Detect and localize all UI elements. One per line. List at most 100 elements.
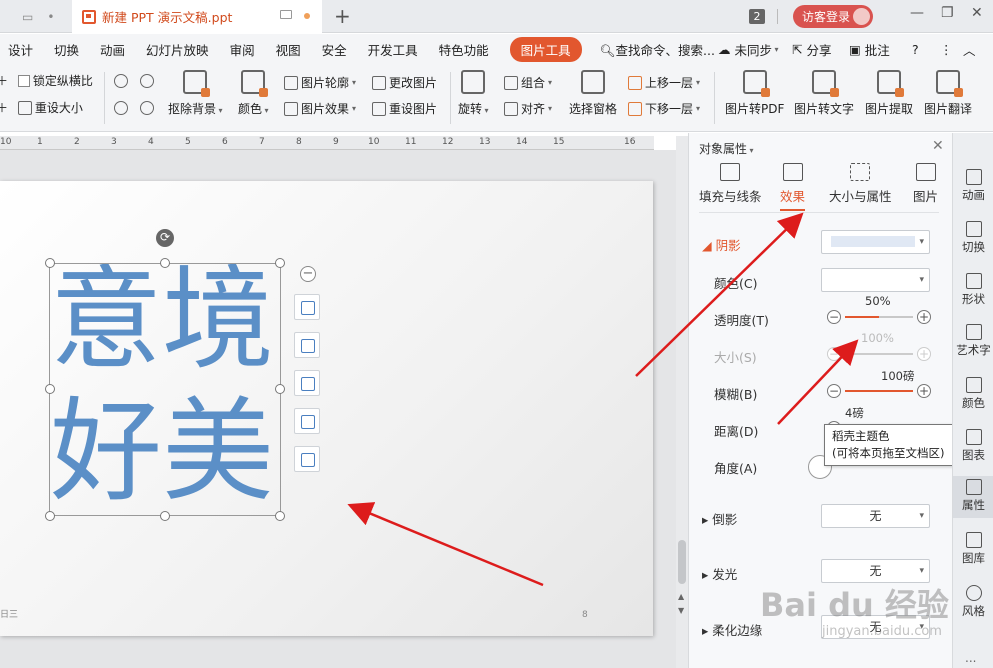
window-count-badge[interactable]: 2 bbox=[749, 9, 765, 24]
menu-slideshow[interactable]: 幻灯片放映 bbox=[146, 40, 209, 59]
visitor-login-button[interactable]: 访客登录 bbox=[793, 5, 873, 28]
sidebar-item-transition[interactable]: 切换 bbox=[953, 221, 993, 255]
scroll-up-icon[interactable]: ▲ bbox=[678, 592, 684, 601]
glow-section-toggle[interactable]: ▸ 发光 bbox=[702, 564, 737, 583]
resize-handle[interactable] bbox=[45, 511, 55, 521]
slider-track[interactable] bbox=[845, 316, 913, 318]
layers-icon[interactable] bbox=[294, 294, 320, 320]
tab-size-properties[interactable]: 大小与属性 bbox=[829, 163, 892, 205]
collapse-toolbar-icon[interactable]: − bbox=[300, 266, 316, 282]
minimize-button[interactable]: — bbox=[910, 5, 924, 21]
contrast-down-button[interactable] bbox=[140, 101, 154, 115]
picture-to-pdf-button[interactable]: 图片转PDF bbox=[725, 70, 784, 117]
increase-icon[interactable]: + bbox=[917, 384, 931, 398]
comment-button[interactable]: ▣ 批注 bbox=[849, 34, 890, 64]
reflection-section-toggle[interactable]: ▸ 倒影 bbox=[702, 509, 737, 528]
more-icon[interactable]: ⋮ bbox=[940, 34, 953, 64]
scroll-down-icon[interactable]: ▼ bbox=[678, 606, 684, 615]
reflection-dropdown[interactable]: 无 bbox=[821, 504, 930, 528]
selected-picture[interactable]: 意境 好美 bbox=[49, 263, 281, 516]
brightness-up-button[interactable] bbox=[114, 74, 128, 88]
zoom-in-icon[interactable] bbox=[294, 332, 320, 358]
resize-handle[interactable] bbox=[160, 511, 170, 521]
tab-effects[interactable]: 效果 bbox=[780, 163, 806, 211]
picture-outline-button[interactable]: 图片轮廓 ▾ bbox=[284, 74, 356, 91]
change-picture-button[interactable]: 更改图片 bbox=[372, 74, 437, 91]
new-tab-button[interactable]: + bbox=[334, 4, 351, 28]
contrast-up-button[interactable] bbox=[140, 74, 154, 88]
group-button[interactable]: 组合 ▾ bbox=[504, 74, 552, 91]
slider-track[interactable] bbox=[845, 353, 913, 355]
share-button[interactable]: ⇱ 分享 bbox=[792, 34, 831, 64]
menu-animation[interactable]: 动画 bbox=[100, 40, 125, 59]
search-command[interactable]: 🔍︎查找命令、搜索... bbox=[600, 40, 715, 59]
resize-handle[interactable] bbox=[45, 384, 55, 394]
sync-button[interactable]: ☁︎ 未同步 ▾ bbox=[718, 34, 779, 64]
decrease-icon[interactable]: − bbox=[827, 310, 841, 324]
reset-picture-button[interactable]: 重设图片 bbox=[372, 100, 437, 117]
align-button[interactable]: 对齐 ▾ bbox=[504, 100, 552, 117]
selection-pane-button[interactable]: 选择窗格 bbox=[569, 70, 617, 117]
menu-features[interactable]: 特色功能 bbox=[439, 40, 489, 59]
sidebar-item-wordart[interactable]: 艺术字 bbox=[953, 324, 993, 358]
remove-background-button[interactable]: 抠除背景 ▾ bbox=[168, 70, 223, 117]
size-slider[interactable]: − 100% + bbox=[827, 331, 931, 364]
sidebar-item-animation[interactable]: 动画 bbox=[953, 169, 993, 203]
help-button[interactable]: ? bbox=[912, 34, 919, 64]
reset-size-button[interactable]: ＋ 重设大小 bbox=[0, 99, 83, 116]
blur-slider[interactable]: − 100磅 + bbox=[827, 369, 931, 401]
collapse-ribbon-icon[interactable]: ︿ bbox=[963, 34, 976, 64]
panel-title[interactable]: 对象属性 ▾ bbox=[699, 140, 754, 157]
lock-ratio-checkbox[interactable]: ＋ 锁定纵横比 bbox=[0, 72, 93, 89]
tab-fill-line[interactable]: 填充与线条 bbox=[699, 163, 762, 205]
tab-picture[interactable]: 图片 bbox=[913, 163, 938, 205]
menu-developer[interactable]: 开发工具 bbox=[368, 40, 418, 59]
decrease-icon[interactable]: − bbox=[827, 384, 841, 398]
sidebar-item-gallery[interactable]: 图库 bbox=[953, 532, 993, 566]
sidebar-item-shape[interactable]: 形状 bbox=[953, 273, 993, 307]
slider-track[interactable] bbox=[845, 390, 913, 392]
resize-handle[interactable] bbox=[275, 384, 285, 394]
increase-icon[interactable]: + bbox=[917, 347, 931, 361]
color-button[interactable]: 颜色 ▾ bbox=[238, 70, 269, 117]
resize-handle[interactable] bbox=[275, 258, 285, 268]
sidebar-item-chart[interactable]: 图表 bbox=[953, 429, 993, 463]
convert-picture-icon[interactable] bbox=[294, 446, 320, 472]
crop-icon[interactable] bbox=[294, 370, 320, 396]
horizontal-ruler[interactable]: 10 1 2 3 4 5 6 7 8 9 10 11 12 13 14 15 1… bbox=[0, 136, 654, 150]
sidebar-item-style[interactable]: 风格 bbox=[953, 585, 993, 619]
more-dots-icon[interactable]: ... bbox=[965, 651, 976, 665]
menu-picture-tools[interactable]: 图片工具 bbox=[509, 36, 582, 62]
transparency-slider[interactable]: − 50% + bbox=[827, 294, 931, 327]
send-backward-button[interactable]: 下移一层 ▾ bbox=[628, 100, 700, 117]
decrease-icon[interactable]: − bbox=[827, 347, 841, 361]
picture-extract-button[interactable]: 图片提取 bbox=[865, 70, 913, 117]
menu-view[interactable]: 视图 bbox=[276, 40, 301, 59]
shadow-preset-dropdown[interactable] bbox=[821, 230, 930, 254]
picture-effect-button[interactable]: 图片效果 ▾ bbox=[284, 100, 356, 117]
picture-edit-icon[interactable] bbox=[294, 408, 320, 434]
menu-transition[interactable]: 切换 bbox=[54, 40, 79, 59]
close-icon[interactable]: ✕ bbox=[932, 138, 944, 154]
close-button[interactable]: ✕ bbox=[971, 5, 983, 21]
restore-button[interactable]: ❐ bbox=[941, 5, 954, 21]
increase-icon[interactable]: + bbox=[917, 310, 931, 324]
resize-handle[interactable] bbox=[275, 511, 285, 521]
sidebar-item-properties[interactable]: 属性 bbox=[953, 476, 993, 518]
shadow-section-toggle[interactable]: ◢ 阴影 bbox=[702, 235, 741, 254]
resize-handle[interactable] bbox=[45, 258, 55, 268]
shadow-color-dropdown[interactable] bbox=[821, 268, 930, 292]
soft-edge-section-toggle[interactable]: ▸ 柔化边缘 bbox=[702, 620, 762, 639]
document-tab[interactable]: 新建 PPT 演示文稿.ppt bbox=[72, 0, 322, 33]
bring-forward-button[interactable]: 上移一层 ▾ bbox=[628, 74, 700, 91]
picture-translate-button[interactable]: 图片翻译 bbox=[924, 70, 972, 117]
rotate-button[interactable]: 旋转 ▾ bbox=[458, 70, 489, 117]
scroll-thumb[interactable] bbox=[678, 540, 686, 584]
resize-handle[interactable] bbox=[160, 258, 170, 268]
screen-icon[interactable] bbox=[280, 10, 292, 19]
menu-security[interactable]: 安全 bbox=[322, 40, 347, 59]
rotate-handle-icon[interactable]: ⟳ bbox=[156, 229, 174, 247]
sidebar-item-color[interactable]: 颜色 bbox=[953, 374, 993, 416]
home-tab[interactable]: ▭ • bbox=[0, 0, 70, 33]
brightness-down-button[interactable] bbox=[114, 101, 128, 115]
